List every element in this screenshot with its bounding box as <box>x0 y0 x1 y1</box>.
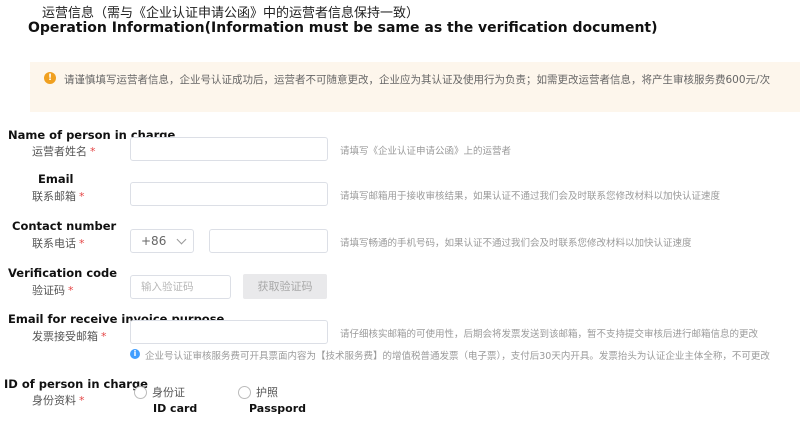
id-label-cn: 身份资料 * <box>32 394 85 407</box>
section-title-cn: 运营信息（需与《企业认证申请公函》中的运营者信息保持一致） <box>42 6 420 21</box>
notice-banner: ! 请谨慎填写运营者信息，企业号认证成功后，运营者不可随意更改，企业应为其认证及… <box>30 62 800 112</box>
invoice-email-input[interactable] <box>130 320 328 344</box>
info-icon: i <box>130 349 140 359</box>
phone-label-en: Contact number <box>12 219 117 233</box>
passport-label-cn[interactable]: 护照 <box>256 384 278 400</box>
passport-label-en: Passpord <box>249 402 307 415</box>
invoice-label-cn: 发票接受邮箱 * <box>32 330 107 343</box>
id-label-en: ID of person in charge <box>4 377 148 391</box>
section-title-en: Operation Information(Information must b… <box>28 20 658 36</box>
email-label-en: Email <box>38 172 74 186</box>
code-input[interactable]: 输入验证码 <box>130 275 231 299</box>
invoice-info-text: 企业号认证审核服务费可开具票面内容为【技术服务费】的增值税普通发票（电子票），支… <box>145 351 770 362</box>
invoice-hint: 请仔细核实邮箱的可使用性，后期会将发票发送到该邮箱，暂不支持提交审核后进行邮箱信… <box>340 329 759 340</box>
passport-radio[interactable] <box>238 386 251 399</box>
id-card-label-en: ID card <box>153 402 198 415</box>
email-input[interactable] <box>130 182 328 206</box>
phone-label-cn: 联系电话 * <box>32 237 85 250</box>
name-label-cn: 运营者姓名 * <box>32 145 96 158</box>
notice-text: 请谨慎填写运营者信息，企业号认证成功后，运营者不可随意更改，企业应为其认证及使用… <box>64 74 771 86</box>
code-label-cn: 验证码 * <box>32 284 74 297</box>
code-placeholder: 输入验证码 <box>141 281 194 293</box>
email-hint: 请填写邮箱用于接收审核结果，如果认证不通过我们会及时联系您修改材料以加快认证速度 <box>340 191 721 202</box>
email-label-cn: 联系邮箱 * <box>32 190 85 203</box>
code-label-en: Verification code <box>8 266 118 280</box>
country-code-select[interactable]: +86 <box>130 229 194 253</box>
id-card-label-cn[interactable]: 身份证 <box>152 384 185 400</box>
warning-icon: ! <box>44 72 56 84</box>
name-input[interactable] <box>130 137 328 161</box>
id-card-radio[interactable] <box>134 386 147 399</box>
phone-input[interactable] <box>209 229 328 253</box>
get-code-button[interactable]: 获取验证码 <box>243 274 327 299</box>
name-hint: 请填写《企业认证申请公函》上的运营者 <box>340 146 512 157</box>
phone-hint: 请填写畅通的手机号码，如果认证不通过我们会及时联系您修改材料以加快认证速度 <box>340 238 692 249</box>
